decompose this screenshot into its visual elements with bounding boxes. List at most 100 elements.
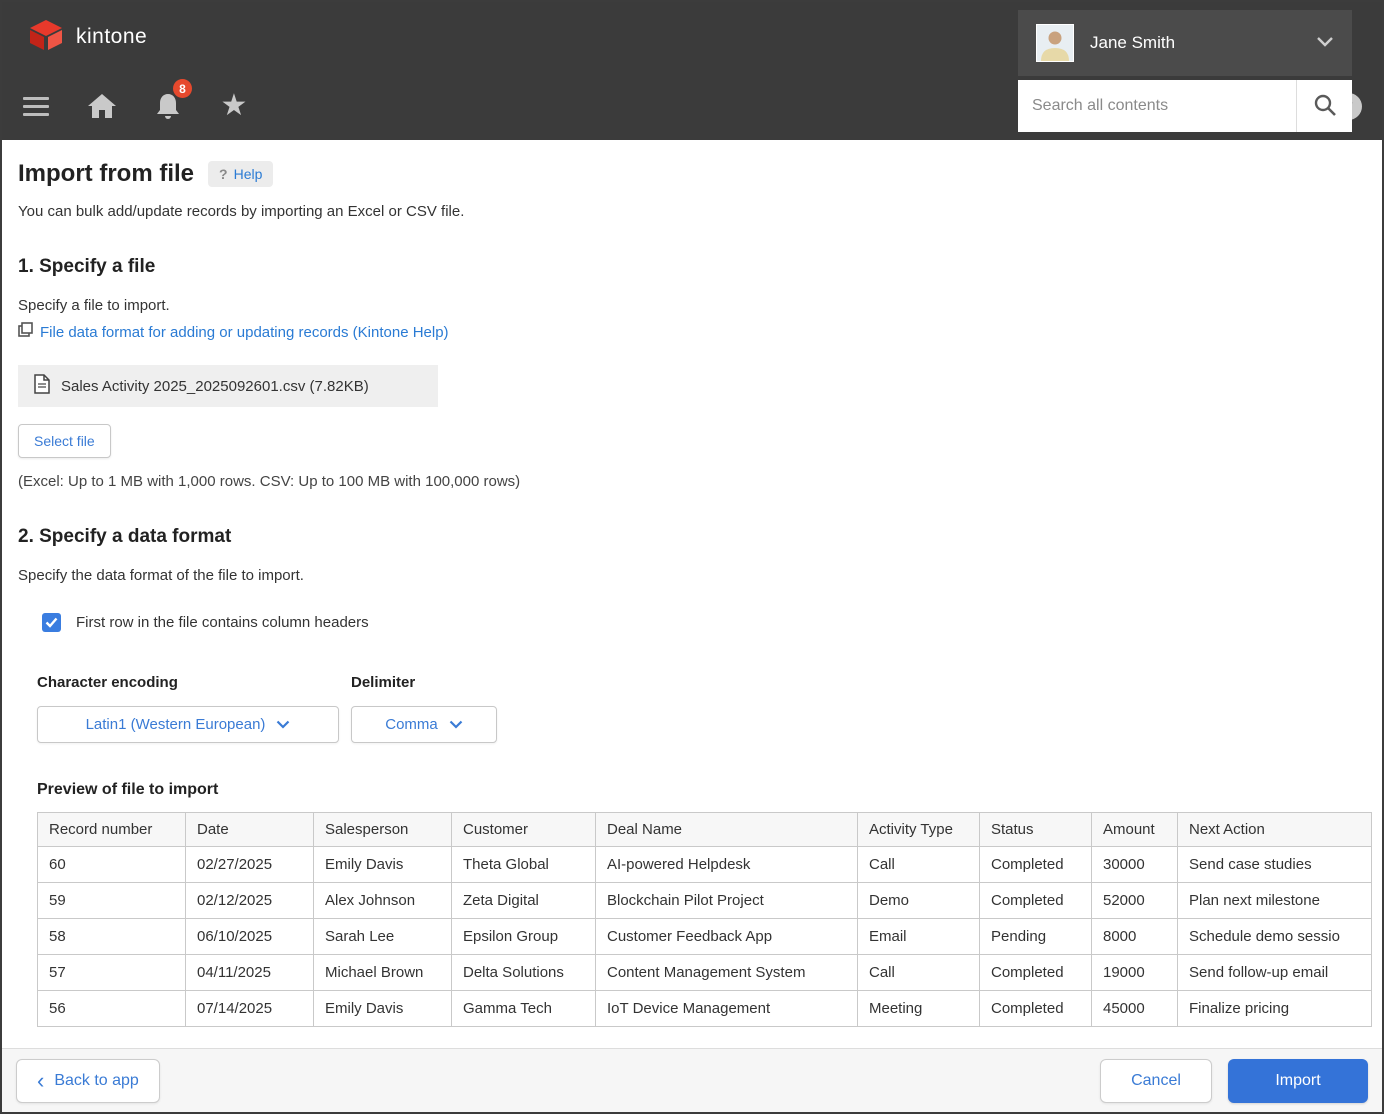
table-cell: Call [858, 955, 980, 991]
footer-actions: Cancel Import [1100, 1059, 1368, 1103]
table-cell: Send case studies [1178, 847, 1372, 883]
kintone-logo[interactable]: kintone [28, 19, 147, 56]
table-cell: 60 [38, 847, 186, 883]
table-cell: Emily Davis [314, 991, 452, 1027]
top-bar-brand-row: kintone Jane Smith [2, 2, 1382, 72]
app-window: kintone Jane Smith [0, 0, 1384, 1114]
chevron-down-icon [1316, 34, 1334, 52]
header-row-checkbox-label: First row in the file contains column he… [76, 614, 369, 631]
format-help-link-row: File data format for adding or updating … [18, 322, 1382, 342]
table-row: 5704/11/2025Michael BrownDelta Solutions… [38, 955, 1372, 991]
chevron-down-icon [276, 716, 290, 733]
top-bar: kintone Jane Smith [2, 2, 1382, 140]
table-cell: 02/27/2025 [186, 847, 314, 883]
table-cell: Customer Feedback App [596, 919, 858, 955]
table-cell: Michael Brown [314, 955, 452, 991]
encoding-select[interactable]: Latin1 (Western European) [37, 706, 339, 743]
table-header-cell: Record number [38, 813, 186, 847]
table-cell: 06/10/2025 [186, 919, 314, 955]
chevron-down-icon [449, 716, 463, 733]
table-cell: AI-powered Helpdesk [596, 847, 858, 883]
table-cell: Completed [980, 991, 1092, 1027]
table-cell: 02/12/2025 [186, 883, 314, 919]
table-cell: Send follow-up email [1178, 955, 1372, 991]
page-help-link[interactable]: ? Help [208, 161, 273, 187]
search-icon [1313, 93, 1337, 120]
table-header-cell: Activity Type [858, 813, 980, 847]
table-row: 6002/27/2025Emily DavisTheta GlobalAI-po… [38, 847, 1372, 883]
table-header-cell: Salesperson [314, 813, 452, 847]
selected-file-chip: Sales Activity 2025_2025092601.csv (7.82… [18, 365, 438, 407]
table-header-cell: Customer [452, 813, 596, 847]
table-cell: 19000 [1092, 955, 1178, 991]
page-title: Import from file [18, 160, 194, 188]
table-cell: Content Management System [596, 955, 858, 991]
section1-description: Specify a file to import. [18, 297, 1382, 314]
table-cell: 04/11/2025 [186, 955, 314, 991]
table-cell: Delta Solutions [452, 955, 596, 991]
table-cell: Schedule demo sessio [1178, 919, 1372, 955]
star-glyph: ★ [221, 91, 248, 121]
table-cell: Epsilon Group [452, 919, 596, 955]
question-icon: ? [219, 166, 228, 182]
table-cell: 52000 [1092, 883, 1178, 919]
search-input[interactable] [1018, 80, 1296, 132]
cancel-button[interactable]: Cancel [1100, 1059, 1212, 1103]
notification-badge: 8 [173, 79, 192, 98]
external-link-icon [18, 322, 33, 342]
back-to-app-label: Back to app [54, 1072, 139, 1090]
table-header-cell: Deal Name [596, 813, 858, 847]
hamburger-bars [23, 97, 49, 116]
selected-file-name: Sales Activity 2025_2025092601.csv (7.82… [61, 378, 369, 395]
preview-table-body: 6002/27/2025Emily DavisTheta GlobalAI-po… [38, 847, 1372, 1027]
table-cell: 56 [38, 991, 186, 1027]
global-search [1018, 80, 1352, 132]
section2-description: Specify the data format of the file to i… [18, 567, 1382, 584]
preview-table-label: Preview of file to import [37, 781, 1382, 799]
user-name: Jane Smith [1090, 33, 1300, 53]
select-file-button[interactable]: Select file [18, 424, 111, 458]
delimiter-select[interactable]: Comma [351, 706, 497, 743]
action-footer: ‹ Back to app Cancel Import [2, 1048, 1382, 1112]
table-cell: Email [858, 919, 980, 955]
kintone-logo-icon [28, 19, 64, 56]
table-cell: Pending [980, 919, 1092, 955]
table-cell: Plan next milestone [1178, 883, 1372, 919]
favorites-star-icon[interactable]: ★ [214, 86, 254, 126]
import-button[interactable]: Import [1228, 1059, 1368, 1103]
section2-heading: 2. Specify a data format [18, 526, 1382, 548]
user-menu[interactable]: Jane Smith [1018, 10, 1352, 76]
table-cell: 59 [38, 883, 186, 919]
table-cell: Zeta Digital [452, 883, 596, 919]
table-cell: 57 [38, 955, 186, 991]
brand-name: kintone [76, 25, 147, 49]
table-cell: 45000 [1092, 991, 1178, 1027]
notifications-bell-icon[interactable]: 8 [148, 86, 188, 126]
table-cell: Gamma Tech [452, 991, 596, 1027]
table-cell: Meeting [858, 991, 980, 1027]
avatar [1036, 24, 1074, 62]
nav-icons: 8 ★ [16, 86, 254, 126]
top-bar-nav-row: 8 ★ ⚙ ? [2, 72, 1382, 140]
home-icon[interactable] [82, 86, 122, 126]
table-cell: Call [858, 847, 980, 883]
search-button[interactable] [1296, 80, 1352, 132]
main-content: Import from file ? Help You can bulk add… [2, 140, 1382, 1073]
preview-table-head-row: Record numberDateSalespersonCustomerDeal… [38, 813, 1372, 847]
table-cell: 07/14/2025 [186, 991, 314, 1027]
table-row: 5607/14/2025Emily DavisGamma TechIoT Dev… [38, 991, 1372, 1027]
hamburger-menu-icon[interactable] [16, 86, 56, 126]
back-to-app-button[interactable]: ‹ Back to app [16, 1059, 160, 1103]
table-cell: Emily Davis [314, 847, 452, 883]
table-cell: Alex Johnson [314, 883, 452, 919]
file-size-limits: (Excel: Up to 1 MB with 1,000 rows. CSV:… [18, 473, 1382, 490]
delimiter-selected-value: Comma [385, 716, 438, 733]
format-help-link[interactable]: File data format for adding or updating … [40, 324, 449, 341]
table-cell: Completed [980, 955, 1092, 991]
table-header-cell: Next Action [1178, 813, 1372, 847]
header-row-checkbox[interactable] [42, 613, 61, 632]
table-row: 5902/12/2025Alex JohnsonZeta DigitalBloc… [38, 883, 1372, 919]
file-document-icon [34, 374, 50, 398]
table-header-cell: Date [186, 813, 314, 847]
table-header-cell: Amount [1092, 813, 1178, 847]
